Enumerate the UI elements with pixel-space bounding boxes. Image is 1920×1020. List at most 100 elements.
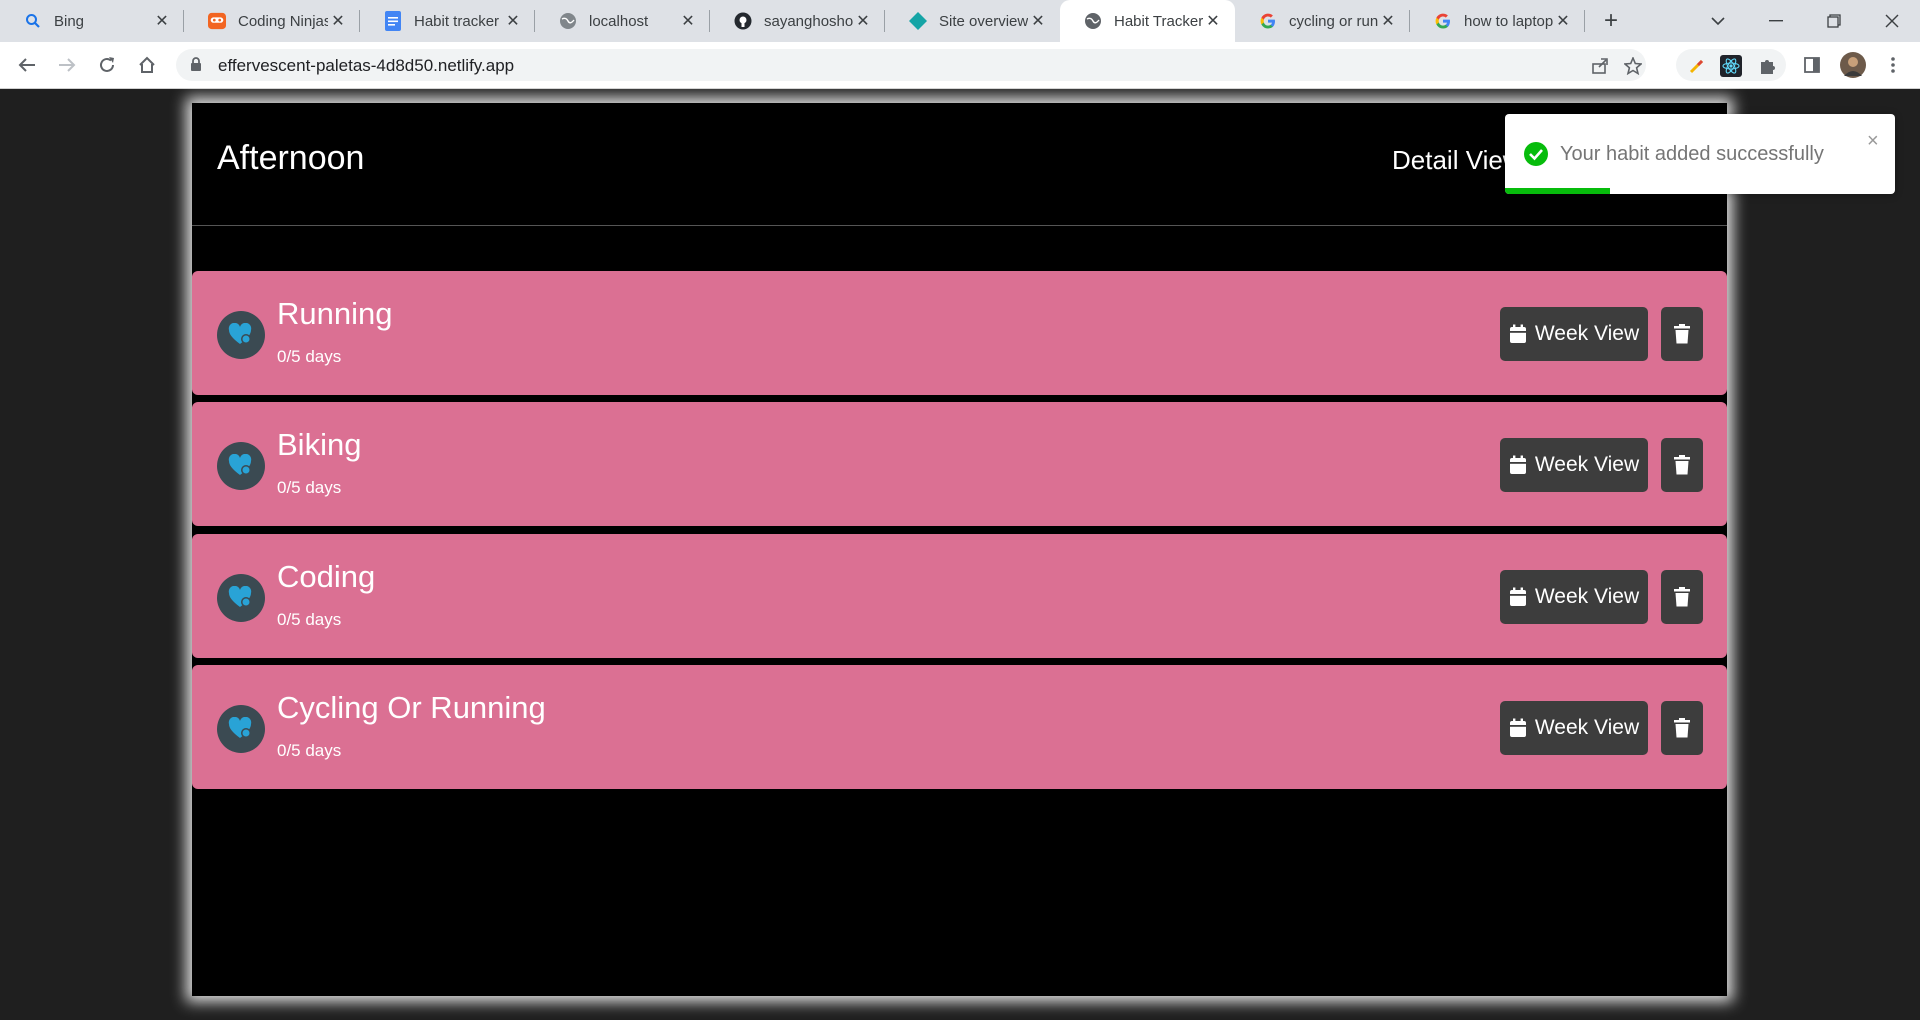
habit-progress: 0/5 days: [277, 347, 342, 366]
detail-view-link[interactable]: Detail View: [1392, 145, 1522, 176]
success-toast[interactable]: Your habit added successfully ×: [1505, 114, 1895, 194]
minimize-icon[interactable]: [1748, 0, 1804, 42]
lock-icon[interactable]: [190, 57, 202, 77]
tab-title: Habit Tracker: [1114, 12, 1203, 30]
close-tab-icon[interactable]: ✕: [503, 11, 523, 31]
habit-card: Coding 0/5 days Week View: [192, 534, 1727, 658]
week-view-label: Week View: [1534, 585, 1640, 608]
tab-strip: Bing ✕ Coding Ninjas ✕ Habit tracker F ✕…: [0, 0, 1920, 42]
tab-laptop-search[interactable]: how to laptop ✕: [1410, 0, 1585, 42]
close-tab-icon[interactable]: ✕: [1028, 11, 1048, 31]
tab-habit-tracker-doc[interactable]: Habit tracker F ✕: [360, 0, 535, 42]
tab-coding-ninjas[interactable]: Coding Ninjas ✕: [184, 0, 360, 42]
habit-card: Cycling Or Running 0/5 days Week View: [192, 665, 1727, 789]
restore-icon[interactable]: [1806, 0, 1862, 42]
week-view-button[interactable]: Week View: [1500, 307, 1648, 361]
new-tab-plus-icon[interactable]: +: [1596, 6, 1626, 36]
toast-message: Your habit added successfully: [1560, 143, 1824, 165]
habit-name: Running: [277, 296, 393, 331]
delete-habit-button[interactable]: [1661, 701, 1703, 755]
delete-habit-button[interactable]: [1661, 307, 1703, 361]
tab-title: Habit tracker F: [414, 12, 503, 30]
page-title: Afternoon: [217, 139, 365, 177]
habit-progress: 0/5 days: [277, 610, 342, 629]
address-bar[interactable]: effervescent-paletas-4d8d50.netlify.app: [176, 49, 1646, 81]
tab-title: cycling or runn: [1289, 12, 1378, 30]
tab-localhost[interactable]: localhost ✕: [535, 0, 710, 42]
tab-title: localhost: [589, 12, 649, 30]
week-view-button[interactable]: Week View: [1500, 570, 1648, 624]
habit-tracker-app: Afternoon Detail View Running 0/5 days W…: [192, 103, 1727, 996]
tab-title: how to laptop: [1464, 12, 1553, 30]
reload-icon[interactable]: [92, 50, 122, 80]
tab-netlify[interactable]: Site overview | ✕: [885, 0, 1060, 42]
google-icon: [1259, 12, 1277, 30]
close-tab-icon[interactable]: ✕: [1553, 11, 1573, 31]
forward-arrow-icon[interactable]: [52, 50, 82, 80]
tab-title: Bing: [54, 12, 85, 30]
close-tab-icon[interactable]: ✕: [1203, 11, 1223, 31]
react-devtools-icon[interactable]: [1720, 55, 1742, 77]
color-picker-extension-icon[interactable]: [1686, 55, 1708, 77]
back-arrow-icon[interactable]: [12, 50, 42, 80]
page-viewport: Afternoon Detail View Running 0/5 days W…: [0, 89, 1920, 1020]
tab-search-chevron-icon[interactable]: [1690, 0, 1746, 42]
side-panel-icon[interactable]: [1797, 50, 1827, 80]
close-tab-icon[interactable]: ✕: [678, 11, 698, 31]
calendar-icon: [1509, 718, 1526, 737]
tab-habit-tracker[interactable]: Habit Tracker ✕: [1060, 0, 1235, 42]
habit-progress: 0/5 days: [277, 741, 342, 760]
delete-habit-button[interactable]: [1661, 570, 1703, 624]
week-view-label: Week View: [1534, 453, 1640, 476]
extensions-area: [1676, 49, 1786, 81]
browser-toolbar: effervescent-paletas-4d8d50.netlify.app: [0, 42, 1920, 89]
tab-github[interactable]: sayanghoshofi ✕: [710, 0, 885, 42]
github-icon: [734, 12, 752, 30]
toast-progress-bar: [1505, 188, 1611, 194]
tab-cycling-search[interactable]: cycling or runn ✕: [1235, 0, 1410, 42]
extensions-puzzle-icon[interactable]: [1756, 55, 1778, 77]
check-circle-icon: [1523, 141, 1549, 172]
tab-bing[interactable]: Bing ✕: [0, 0, 184, 42]
more-menu-icon[interactable]: [1878, 50, 1908, 80]
calendar-icon: [1509, 455, 1526, 474]
url-text: effervescent-paletas-4d8d50.netlify.app: [218, 56, 515, 75]
trash-icon: [1674, 455, 1690, 475]
trash-icon: [1674, 718, 1690, 738]
tab-title: sayanghoshofi: [764, 12, 853, 30]
bookmark-star-icon[interactable]: [1622, 55, 1644, 77]
heart-icon: [217, 574, 265, 622]
habit-card: Biking 0/5 days Week View: [192, 402, 1727, 526]
home-icon[interactable]: [132, 50, 162, 80]
week-view-label: Week View: [1534, 716, 1640, 739]
habit-name: Coding: [277, 559, 376, 594]
week-view-button[interactable]: Week View: [1500, 438, 1648, 492]
close-tab-icon[interactable]: ✕: [853, 11, 873, 31]
coding-ninjas-icon: [208, 12, 226, 30]
heart-icon: [217, 311, 265, 359]
week-view-label: Week View: [1534, 322, 1640, 345]
close-toast-icon[interactable]: ×: [1867, 130, 1879, 153]
netlify-icon: [909, 12, 927, 30]
close-tab-icon[interactable]: ✕: [1378, 11, 1398, 31]
globe-icon: [559, 12, 577, 30]
close-tab-icon[interactable]: ✕: [328, 11, 348, 31]
trash-icon: [1674, 324, 1690, 344]
close-tab-icon[interactable]: ✕: [152, 11, 172, 31]
calendar-icon: [1509, 324, 1526, 343]
close-window-icon[interactable]: [1864, 0, 1920, 42]
tab-title: Coding Ninjas: [238, 12, 328, 30]
google-docs-icon: [384, 11, 402, 31]
week-view-button[interactable]: Week View: [1500, 701, 1648, 755]
trash-icon: [1674, 587, 1690, 607]
app-header: Afternoon Detail View: [192, 103, 1727, 226]
delete-habit-button[interactable]: [1661, 438, 1703, 492]
calendar-icon: [1509, 587, 1526, 606]
profile-avatar[interactable]: [1838, 50, 1868, 80]
habit-name: Biking: [277, 427, 362, 462]
google-icon: [1434, 12, 1452, 30]
share-icon[interactable]: [1589, 55, 1611, 77]
tab-title: Site overview |: [939, 12, 1028, 30]
habit-progress: 0/5 days: [277, 478, 342, 497]
globe-icon: [1084, 12, 1102, 30]
